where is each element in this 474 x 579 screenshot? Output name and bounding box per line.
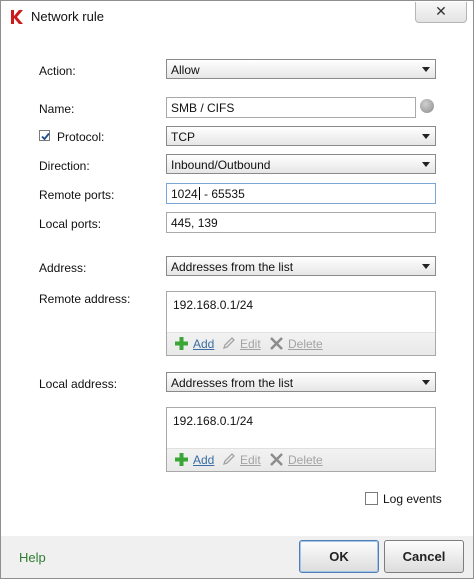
text-caret xyxy=(198,187,200,200)
address-label: Address: xyxy=(39,261,87,275)
x-icon xyxy=(270,453,283,466)
local-delete-button[interactable]: Delete xyxy=(269,453,323,467)
action-value: Allow xyxy=(171,63,200,77)
local-address-list[interactable]: 192.168.0.1/24 Add Edit Delete xyxy=(166,407,436,472)
action-label: Action: xyxy=(39,64,76,78)
x-icon xyxy=(270,337,283,350)
add-label: Add xyxy=(193,453,215,467)
add-label: Add xyxy=(193,337,215,351)
chevron-down-icon xyxy=(422,264,430,269)
close-button[interactable]: ✕ xyxy=(415,2,467,23)
delete-label: Delete xyxy=(288,337,323,351)
pencil-icon xyxy=(222,337,235,350)
remote-ports-value-end: - 65535 xyxy=(200,187,245,201)
chevron-down-icon xyxy=(422,134,430,139)
remote-ports-value-start: 1024 xyxy=(171,187,198,201)
address-value: Addresses from the list xyxy=(171,260,294,274)
direction-value: Inbound/Outbound xyxy=(171,158,271,172)
local-address-toolbar: Add Edit Delete xyxy=(167,448,435,471)
info-circle-icon[interactable] xyxy=(420,99,434,113)
cancel-button[interactable]: Cancel xyxy=(384,540,464,573)
plus-icon xyxy=(175,337,188,350)
remote-ports-label: Remote ports: xyxy=(39,188,115,202)
network-rule-dialog: Network rule ✕ Action: Allow Name: SMB /… xyxy=(0,0,474,579)
pencil-icon xyxy=(222,453,235,466)
log-events-checkbox[interactable] xyxy=(365,492,378,505)
local-address-select[interactable]: Addresses from the list xyxy=(166,372,436,392)
local-address-label: Local address: xyxy=(39,377,118,391)
checkmark-icon xyxy=(41,132,50,141)
direction-label: Direction: xyxy=(39,159,90,173)
edit-label: Edit xyxy=(240,453,261,467)
kaspersky-k-icon xyxy=(11,10,23,24)
local-edit-button[interactable]: Edit xyxy=(221,453,261,467)
remote-edit-button[interactable]: Edit xyxy=(221,337,261,351)
list-item[interactable]: 192.168.0.1/24 xyxy=(173,298,253,312)
name-label: Name: xyxy=(39,102,75,116)
list-item[interactable]: 192.168.0.1/24 xyxy=(173,414,253,428)
remote-address-label: Remote address: xyxy=(39,292,131,306)
direction-select[interactable]: Inbound/Outbound xyxy=(166,154,436,174)
protocol-value: TCP xyxy=(171,130,195,144)
local-ports-label: Local ports: xyxy=(39,217,102,231)
plus-icon xyxy=(175,453,188,466)
chevron-down-icon xyxy=(422,162,430,167)
remote-address-toolbar: Add Edit Delete xyxy=(167,332,435,355)
remote-ports-input[interactable]: 1024 - 65535 xyxy=(166,183,436,204)
address-select[interactable]: Addresses from the list xyxy=(166,256,436,276)
local-address-value: Addresses from the list xyxy=(171,376,294,390)
protocol-checkbox[interactable] xyxy=(39,130,50,141)
ok-button[interactable]: OK xyxy=(299,540,379,573)
remote-add-button[interactable]: Add xyxy=(174,337,214,351)
window-title: Network rule xyxy=(31,9,104,24)
local-ports-input[interactable]: 445, 139 xyxy=(166,212,436,233)
local-add-button[interactable]: Add xyxy=(174,453,214,467)
delete-label: Delete xyxy=(288,453,323,467)
title-bar: Network rule ✕ xyxy=(1,1,473,33)
log-events-label: Log events xyxy=(383,492,442,506)
remote-address-list[interactable]: 192.168.0.1/24 Add Edit Delete xyxy=(166,291,436,356)
chevron-down-icon xyxy=(422,380,430,385)
remote-delete-button[interactable]: Delete xyxy=(269,337,323,351)
protocol-select[interactable]: TCP xyxy=(166,126,436,146)
protocol-label: Protocol: xyxy=(57,130,105,144)
edit-label: Edit xyxy=(240,337,261,351)
close-icon: ✕ xyxy=(435,3,447,19)
chevron-down-icon xyxy=(422,67,430,72)
name-input[interactable]: SMB / CIFS xyxy=(166,97,416,118)
help-link[interactable]: Help xyxy=(19,550,46,565)
action-select[interactable]: Allow xyxy=(166,59,436,79)
